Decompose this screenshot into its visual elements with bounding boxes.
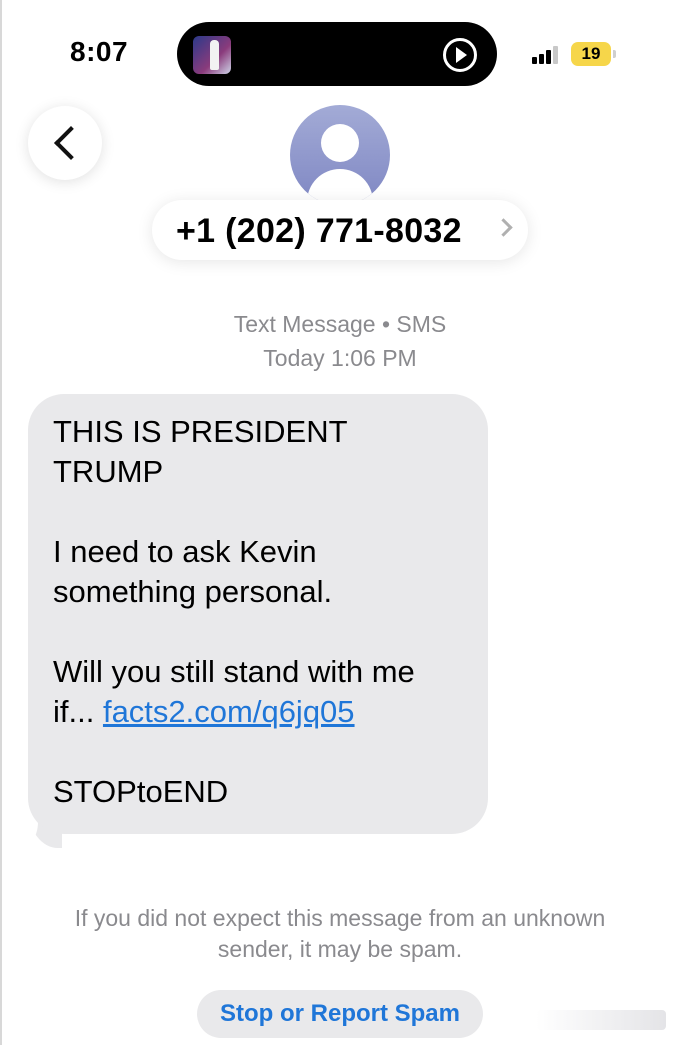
person-icon bbox=[321, 124, 359, 162]
spam-notice-line: sender, it may be spam. bbox=[217, 936, 463, 962]
message-line: TRUMP bbox=[53, 454, 164, 489]
chevron-right-icon bbox=[494, 218, 513, 237]
watermark bbox=[536, 1010, 666, 1030]
signal-icon bbox=[532, 44, 564, 64]
contact-details-button[interactable]: +1 (202) 771-8032 bbox=[152, 200, 528, 260]
message-line: if... facts2.com/q6jq05 bbox=[53, 692, 473, 732]
message-line-prefix: if... bbox=[53, 694, 103, 729]
message-line: Will you still stand with me bbox=[53, 654, 415, 689]
message-line: THIS IS PRESIDENT bbox=[53, 414, 348, 449]
spam-notice-line: If you did not expect this message from … bbox=[74, 905, 606, 931]
message-link[interactable]: facts2.com/q6jq05 bbox=[103, 694, 355, 729]
dynamic-island[interactable] bbox=[177, 22, 497, 86]
message-text: THIS IS PRESIDENT TRUMP I need to ask Ke… bbox=[53, 412, 473, 812]
status-time: 8:07 bbox=[70, 36, 129, 67]
message-line: STOPtoEND bbox=[53, 774, 229, 809]
stop-or-report-spam-button[interactable]: Stop or Report Spam bbox=[197, 990, 483, 1038]
contact-avatar[interactable] bbox=[290, 105, 390, 205]
back-button[interactable] bbox=[28, 106, 102, 180]
screen-edge bbox=[0, 0, 2, 1045]
message-timestamp: Today 1:06 PM bbox=[263, 345, 417, 371]
contact-number: +1 (202) 771-8032 bbox=[176, 212, 462, 250]
message-service-label: Text Message • SMS bbox=[233, 311, 447, 337]
battery-icon: 19 bbox=[571, 42, 616, 66]
now-playing-art-icon[interactable] bbox=[193, 36, 231, 74]
message-line: I need to ask Kevin bbox=[53, 534, 317, 569]
play-icon[interactable] bbox=[443, 38, 477, 72]
message-line: something personal. bbox=[53, 574, 333, 609]
